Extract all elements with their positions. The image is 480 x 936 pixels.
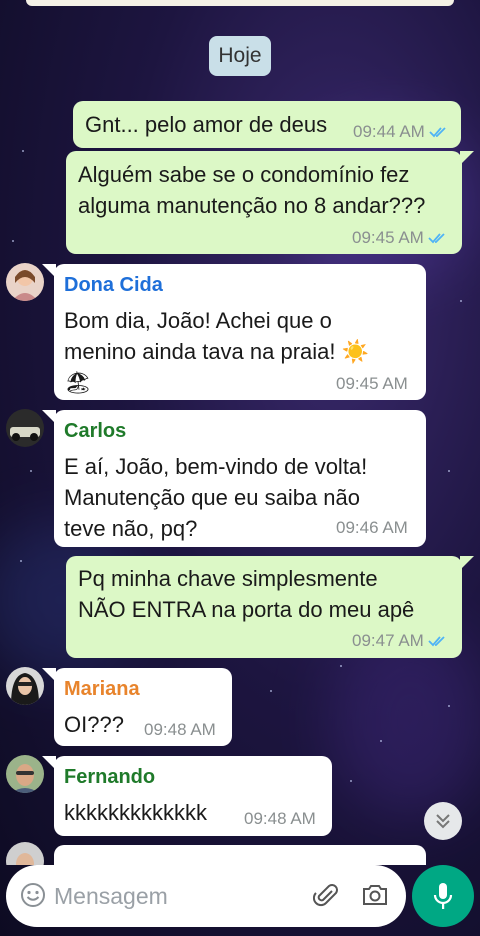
incoming-message[interactable]: Mariana OI??? 09:48 AM — [42, 668, 232, 746]
paperclip-icon[interactable] — [312, 882, 341, 915]
read-ticks-icon — [429, 123, 449, 143]
message-text: E aí, João, bem-vindo de volta! Manutenç… — [64, 454, 368, 541]
outgoing-message[interactable]: Pq minha chave simplesmente NÃO ENTRA na… — [66, 556, 474, 658]
message-time: 09:46 AM — [336, 518, 408, 537]
message-text: Gnt... pelo amor de deus — [85, 112, 328, 137]
avatar-partial — [6, 842, 44, 865]
emoji-icon[interactable] — [20, 882, 46, 913]
read-ticks-icon — [428, 632, 448, 652]
microphone-icon — [433, 883, 453, 909]
date-chip: Hoje — [209, 36, 271, 76]
incoming-message[interactable]: Carlos E aí, João, bem-vindo de volta! M… — [42, 410, 426, 547]
avatar-dona-cida[interactable] — [6, 263, 44, 301]
incoming-message[interactable]: Fernando kkkkkkkkkkkkk 09:48 AM — [42, 756, 332, 836]
outgoing-message[interactable]: Gnt... pelo amor de deus 09:44 AM — [73, 101, 461, 148]
message-time: 09:45 AM — [352, 228, 448, 249]
message-composer[interactable]: Mensagem — [6, 865, 406, 927]
double-chevron-down-icon — [436, 814, 450, 829]
read-ticks-icon — [428, 229, 448, 249]
message-time: 09:44 AM — [353, 122, 449, 143]
message-text: OI??? — [64, 712, 124, 737]
scroll-to-bottom-button[interactable] — [424, 802, 462, 840]
avatar-mariana[interactable] — [6, 667, 44, 705]
sender-name: Fernando — [64, 766, 156, 788]
sender-name: Carlos — [64, 420, 127, 442]
message-time: 09:48 AM — [244, 809, 316, 828]
previous-message-edge — [26, 0, 454, 6]
message-time: 09:47 AM — [352, 631, 448, 652]
message-text: Pq minha chave simplesmente NÃO ENTRA na… — [78, 566, 415, 622]
partial-message — [54, 845, 426, 865]
message-text: kkkkkkkkkkkkk — [64, 800, 207, 825]
incoming-message[interactable]: Dona Cida Bom dia, João! Achei que o men… — [42, 264, 426, 400]
sender-name: Mariana — [64, 678, 140, 700]
outgoing-message[interactable]: Alguém sabe se o condomínio fez alguma m… — [66, 151, 474, 254]
camera-icon[interactable] — [361, 882, 389, 913]
message-text: Bom dia, João! Achei que o menino ainda … — [64, 308, 370, 395]
avatar-carlos[interactable] — [6, 409, 44, 447]
message-time: 09:48 AM — [144, 720, 216, 739]
sender-name: Dona Cida — [64, 274, 163, 296]
message-time: 09:45 AM — [336, 374, 408, 393]
message-input[interactable]: Mensagem — [54, 883, 168, 910]
avatar-fernando[interactable] — [6, 755, 44, 793]
message-text: Alguém sabe se o condomínio fez alguma m… — [78, 162, 426, 218]
microphone-button[interactable] — [412, 865, 474, 927]
